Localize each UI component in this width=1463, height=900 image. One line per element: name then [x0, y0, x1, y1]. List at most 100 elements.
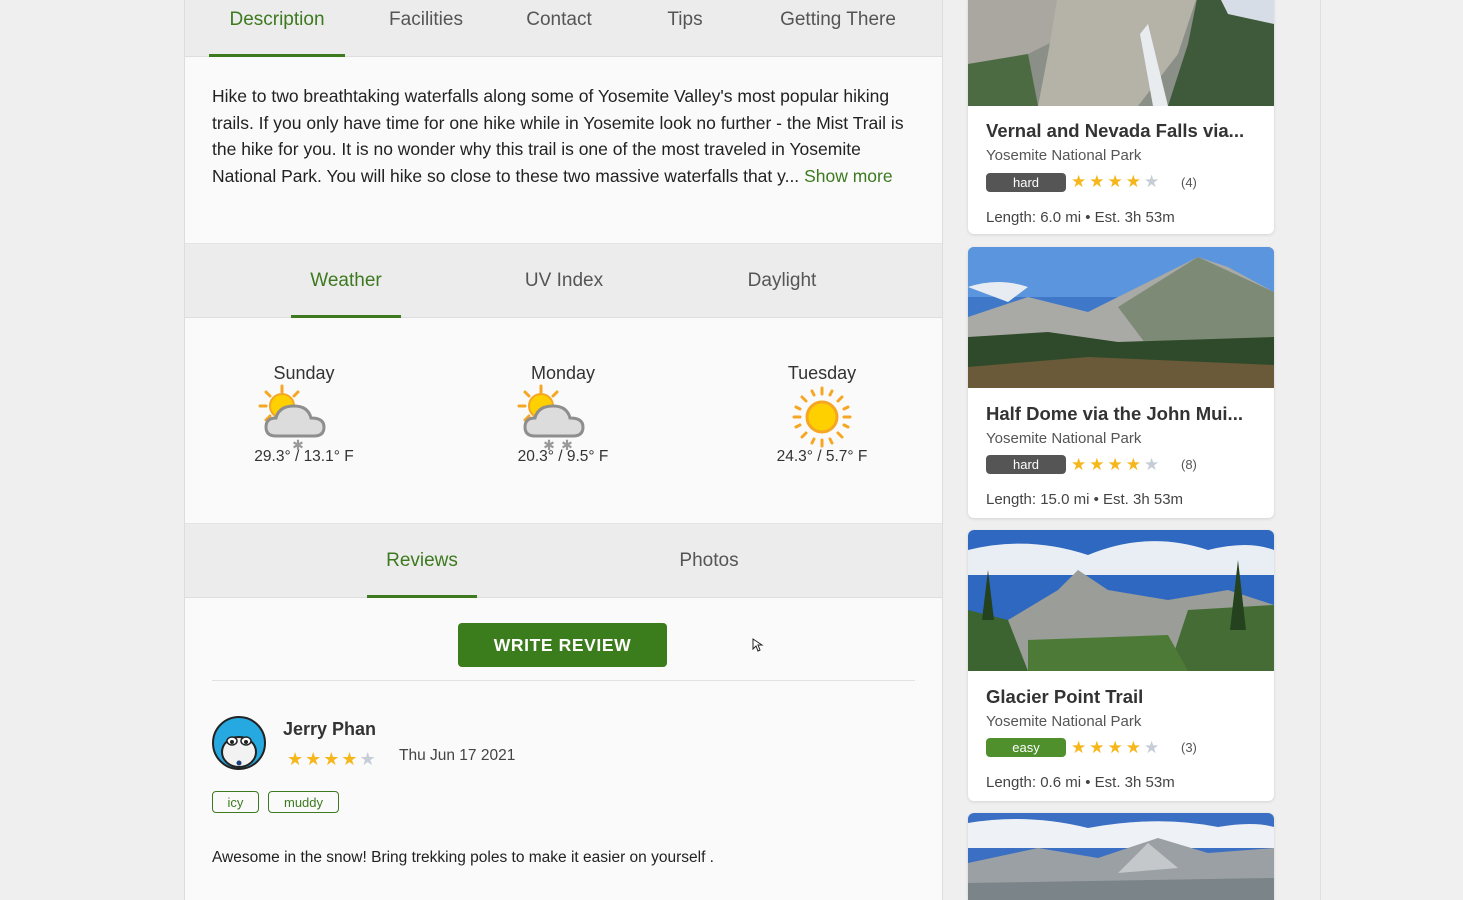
trail-meta: Length: 0.6 mi • Est. 3h 53m — [986, 774, 1175, 791]
trail-title[interactable]: Half Dome via the John Mui... — [986, 403, 1243, 425]
star-filled-icon: ★ — [1125, 738, 1144, 757]
star-filled-icon: ★ — [1089, 172, 1108, 191]
forecast-day-name: Sunday — [273, 363, 335, 383]
star-filled-icon: ★ — [1125, 455, 1144, 474]
trail-park: Yosemite National Park — [986, 713, 1142, 730]
description-text: Hike to two breathtaking waterfalls alon… — [212, 86, 904, 187]
trail-length: Length: 0.6 mi — [986, 774, 1082, 791]
forecast-temperature: 24.3° / 5.7° F — [776, 448, 868, 465]
trail-estimate: Est. 3h 53m — [1094, 774, 1175, 791]
trail-info-tabs: Description Facilities Contact Tips Gett… — [185, 0, 942, 57]
forecast-day-name: Monday — [530, 363, 596, 383]
mouse-cursor-icon — [752, 638, 764, 652]
rating-count: (8) — [1181, 457, 1197, 472]
forecast-day: Tuesday 24.3° / 5.7° F — [742, 363, 902, 466]
difficulty-badge: hard — [986, 455, 1066, 474]
forecast-day: Monday ✱ ✱ 20.3° / 9.5° F — [483, 363, 643, 466]
trail-length: Length: 6.0 mi — [986, 209, 1082, 226]
page-right-margin — [1320, 0, 1463, 900]
review-text: Awesome in the snow! Bring trekking pole… — [212, 849, 714, 866]
svg-text:✱: ✱ — [292, 438, 304, 450]
trail-title[interactable]: Vernal and Nevada Falls via... — [986, 120, 1244, 142]
review-tag: icy — [212, 791, 259, 813]
trail-rating: ★★★★★ — [1071, 455, 1162, 475]
trail-park: Yosemite National Park — [986, 430, 1142, 447]
trail-meta: Length: 6.0 mi • Est. 3h 53m — [986, 209, 1175, 226]
trail-photo — [968, 0, 1274, 106]
star-filled-icon: ★ — [341, 749, 360, 769]
trail-rating: ★★★★★ — [1071, 738, 1162, 758]
star-filled-icon: ★ — [1107, 455, 1126, 474]
difficulty-badge: easy — [986, 738, 1066, 757]
trail-description: Hike to two breathtaking waterfalls alon… — [212, 83, 918, 190]
tab-getting-there[interactable]: Getting There — [759, 0, 917, 56]
partly-cloudy-snow-icon: ✱ — [224, 384, 384, 450]
forecast-day-name: Tuesday — [787, 363, 857, 383]
separator-dot: • — [1085, 209, 1095, 226]
star-filled-icon: ★ — [323, 749, 342, 769]
separator-dot: • — [1085, 774, 1095, 791]
tab-contact[interactable]: Contact — [507, 0, 611, 56]
show-more-link[interactable]: Show more — [804, 166, 893, 186]
star-filled-icon: ★ — [287, 749, 306, 769]
active-tab-indicator — [291, 315, 401, 318]
review-date: Thu Jun 17 2021 — [399, 747, 516, 764]
forecast-day: Sunday ✱ 29.3° / 13.1° F — [224, 363, 384, 466]
star-filled-icon: ★ — [1107, 738, 1126, 757]
trail-rating: ★★★★★ — [1071, 172, 1162, 192]
trail-detail-panel: Description Facilities Contact Tips Gett… — [184, 0, 943, 900]
tab-facilities[interactable]: Facilities — [365, 0, 487, 56]
rating-count: (3) — [1181, 740, 1197, 755]
review-tag: muddy — [268, 791, 339, 813]
trail-title[interactable]: Glacier Point Trail — [986, 686, 1143, 708]
svg-text:✱: ✱ — [543, 438, 555, 450]
star-filled-icon: ★ — [1071, 172, 1090, 191]
trail-card[interactable]: Vernal and Nevada Falls via... Yosemite … — [968, 0, 1274, 234]
trail-estimate: Est. 3h 53m — [1094, 209, 1175, 226]
trail-estimate: Est. 3h 53m — [1103, 491, 1184, 508]
forecast-temperature: 29.3° / 13.1° F — [254, 448, 354, 465]
separator-dot: • — [1093, 491, 1103, 508]
trail-card[interactable] — [968, 813, 1274, 900]
reviewer-name[interactable]: Jerry Phan — [283, 719, 376, 740]
reviews-photos-tabs: Reviews Photos — [185, 523, 942, 598]
tab-photos[interactable]: Photos — [651, 524, 767, 597]
active-tab-indicator — [367, 595, 477, 598]
star-filled-icon: ★ — [1089, 455, 1108, 474]
star-filled-icon: ★ — [1071, 738, 1090, 757]
star-empty-icon: ★ — [1144, 172, 1163, 191]
trail-length: Length: 15.0 mi — [986, 491, 1090, 508]
star-filled-icon: ★ — [1089, 738, 1108, 757]
write-review-button[interactable]: WRITE REVIEW — [458, 623, 667, 667]
star-filled-icon: ★ — [1125, 172, 1144, 191]
trail-photo — [968, 813, 1274, 900]
active-tab-indicator — [209, 54, 345, 57]
difficulty-badge: hard — [986, 173, 1066, 192]
trail-card[interactable]: Glacier Point Trail Yosemite National Pa… — [968, 530, 1274, 801]
tab-reviews[interactable]: Reviews — [367, 524, 477, 598]
partly-cloudy-snow-icon: ✱ ✱ — [483, 384, 643, 450]
tab-description[interactable]: Description — [209, 0, 345, 57]
star-empty-icon: ★ — [359, 749, 378, 769]
trail-park: Yosemite National Park — [986, 147, 1142, 164]
forecast-temperature: 20.3° / 9.5° F — [517, 448, 609, 465]
trail-card[interactable]: Half Dome via the John Mui... Yosemite N… — [968, 247, 1274, 518]
divider — [212, 680, 915, 681]
avatar[interactable] — [212, 716, 266, 770]
tab-uv-index[interactable]: UV Index — [499, 244, 629, 317]
tab-daylight[interactable]: Daylight — [717, 244, 847, 317]
trail-photo — [968, 247, 1274, 388]
tab-weather[interactable]: Weather — [291, 244, 401, 318]
write-review-label: WRITE REVIEW — [493, 634, 632, 655]
tab-tips[interactable]: Tips — [633, 0, 737, 56]
review-rating: ★★★★★ — [287, 749, 378, 770]
star-empty-icon: ★ — [1144, 738, 1163, 757]
star-filled-icon: ★ — [1071, 455, 1090, 474]
svg-text:✱: ✱ — [561, 438, 573, 450]
trail-meta: Length: 15.0 mi • Est. 3h 53m — [986, 491, 1183, 508]
trail-photo — [968, 530, 1274, 671]
weather-tabs: Weather UV Index Daylight — [185, 243, 942, 318]
star-empty-icon: ★ — [1144, 455, 1163, 474]
rating-count: (4) — [1181, 175, 1197, 190]
star-filled-icon: ★ — [1107, 172, 1126, 191]
